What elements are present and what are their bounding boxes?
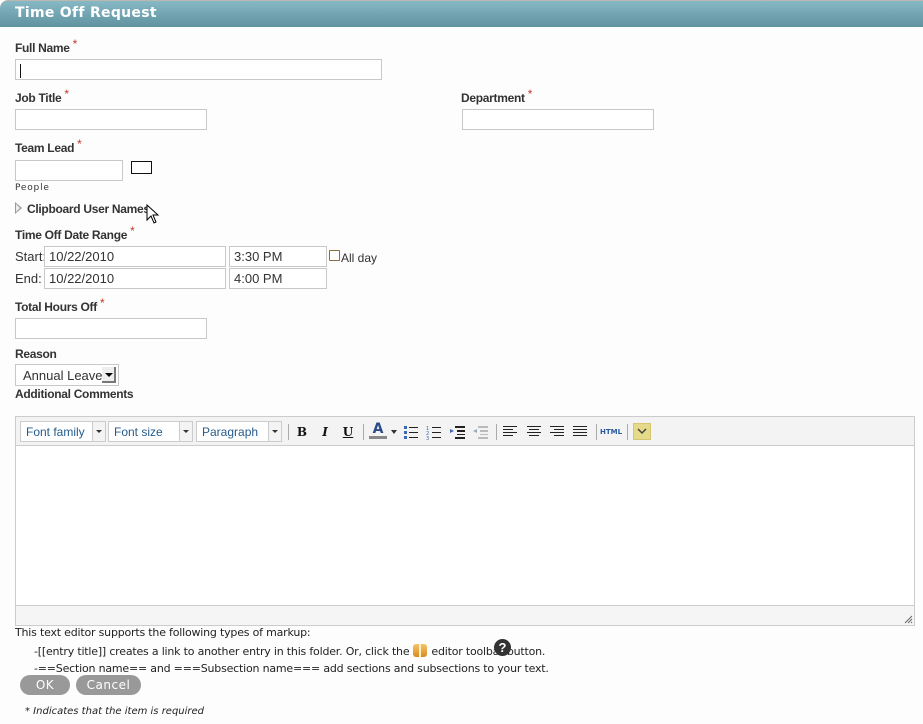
- required-mark: *: [130, 224, 135, 238]
- dialog-header: Time Off Request: [0, 0, 923, 27]
- clipboard-user-names-toggle[interactable]: Clipboard User Names: [27, 202, 150, 216]
- team-lead-input[interactable]: [15, 160, 123, 181]
- start-label: Start:: [15, 249, 47, 264]
- additional-comments-label: Additional Comments: [15, 387, 134, 401]
- align-left-icon[interactable]: [503, 426, 518, 438]
- underline-button[interactable]: U: [338, 422, 358, 442]
- people-picker-button[interactable]: [131, 161, 152, 174]
- job-title-label-text: Job Title: [15, 91, 62, 105]
- font-size-select[interactable]: Font size: [108, 421, 193, 442]
- toolbar-divider: [596, 424, 597, 440]
- reason-select[interactable]: Annual Leave: [15, 364, 119, 386]
- reason-label: Reason: [15, 347, 57, 361]
- package-icon: [413, 644, 428, 657]
- editor-content-area[interactable]: [16, 446, 914, 606]
- reason-selected-value: Annual Leave: [23, 368, 103, 383]
- font-size-value: Font size: [114, 425, 163, 439]
- bullet-list-icon[interactable]: [403, 425, 419, 439]
- align-justify-icon[interactable]: [573, 426, 588, 438]
- italic-button[interactable]: I: [315, 422, 335, 442]
- required-note: * Indicates that the item is required: [25, 706, 205, 717]
- markup-help-link-line: -[[entry title]] creates a link to anoth…: [34, 644, 545, 658]
- align-right-icon[interactable]: [550, 426, 565, 438]
- full-name-input[interactable]: [15, 59, 382, 80]
- all-day-label: All day: [341, 251, 378, 265]
- numbered-list-icon[interactable]: 1 2 3: [426, 425, 442, 440]
- markup-help-link-text-end: editor toolbar button.: [431, 645, 546, 658]
- indent-icon[interactable]: [450, 425, 466, 439]
- resize-handle-icon[interactable]: [903, 614, 913, 624]
- markup-help-section-line: -==Section name== and ===Subsection name…: [34, 662, 549, 675]
- total-hours-label: Total Hours Off *: [15, 296, 105, 314]
- toolbar-divider: [496, 424, 497, 440]
- end-label: End:: [15, 271, 42, 286]
- department-label-text: Department: [461, 91, 525, 105]
- date-range-label-text: Time Off Date Range: [15, 228, 128, 242]
- font-family-value: Font family: [26, 425, 85, 439]
- editor-toolbar: Font family Font size Paragraph B I U A …: [16, 417, 914, 446]
- dropdown-arrow-icon: [268, 422, 281, 441]
- editor-statusbar: [16, 605, 914, 625]
- required-mark: *: [527, 87, 533, 101]
- job-title-input[interactable]: [15, 109, 207, 130]
- required-mark: *: [72, 37, 78, 51]
- text-color-dropdown-icon[interactable]: [391, 430, 397, 434]
- toolbar-divider: [288, 424, 289, 440]
- help-icon[interactable]: ?: [494, 639, 511, 656]
- end-date-input[interactable]: 10/22/2010: [44, 268, 226, 289]
- cancel-button[interactable]: Cancel: [76, 675, 141, 695]
- rich-text-editor: Font family Font size Paragraph B I U A …: [15, 416, 915, 626]
- toolbar-divider: [363, 424, 364, 440]
- align-center-icon[interactable]: [527, 426, 542, 438]
- full-name-label: Full Name *: [15, 37, 77, 55]
- font-family-select[interactable]: Font family: [20, 421, 106, 442]
- dropdown-arrow-icon: [92, 422, 105, 441]
- chevron-down-icon: [637, 428, 647, 435]
- page-title: Time Off Request: [15, 5, 157, 21]
- start-time-input[interactable]: 3:30 PM: [229, 246, 327, 267]
- full-name-label-text: Full Name: [15, 41, 70, 55]
- total-hours-input[interactable]: [15, 318, 207, 339]
- text-color-button[interactable]: A: [369, 422, 387, 439]
- ok-button[interactable]: OK: [20, 675, 70, 695]
- mouse-cursor-icon: [146, 204, 160, 224]
- total-hours-label-text: Total Hours Off: [15, 300, 97, 314]
- all-day-checkbox[interactable]: [329, 250, 340, 261]
- dropdown-arrow-icon: [102, 367, 116, 383]
- date-range-label: Time Off Date Range *: [15, 224, 135, 242]
- start-date-input[interactable]: 10/22/2010: [44, 246, 226, 267]
- more-tools-button[interactable]: [633, 423, 651, 440]
- bold-button[interactable]: B: [292, 422, 312, 442]
- end-time-input[interactable]: 4:00 PM: [229, 268, 327, 289]
- dropdown-arrow-icon: [179, 422, 192, 441]
- format-select[interactable]: Paragraph: [196, 421, 282, 442]
- svg-text:3: 3: [426, 436, 429, 440]
- department-label: Department *: [461, 87, 532, 105]
- markup-help-link-text: -[[entry title]] creates a link to anoth…: [34, 645, 410, 658]
- required-mark: *: [99, 296, 105, 310]
- outdent-icon[interactable]: [473, 425, 489, 439]
- required-mark: *: [64, 87, 69, 101]
- expand-triangle-icon[interactable]: [15, 202, 22, 214]
- people-hint: People: [15, 183, 50, 193]
- html-source-button[interactable]: HTML: [600, 422, 622, 442]
- text-caret: [20, 63, 21, 78]
- team-lead-label: Team Lead *: [15, 137, 82, 155]
- job-title-label: Job Title *: [15, 87, 69, 105]
- format-value: Paragraph: [202, 425, 259, 439]
- team-lead-label-text: Team Lead: [15, 141, 75, 155]
- required-mark: *: [77, 137, 82, 151]
- toolbar-divider: [627, 424, 628, 440]
- markup-help-intro: This text editor supports the following …: [15, 626, 311, 639]
- department-input[interactable]: [462, 109, 654, 130]
